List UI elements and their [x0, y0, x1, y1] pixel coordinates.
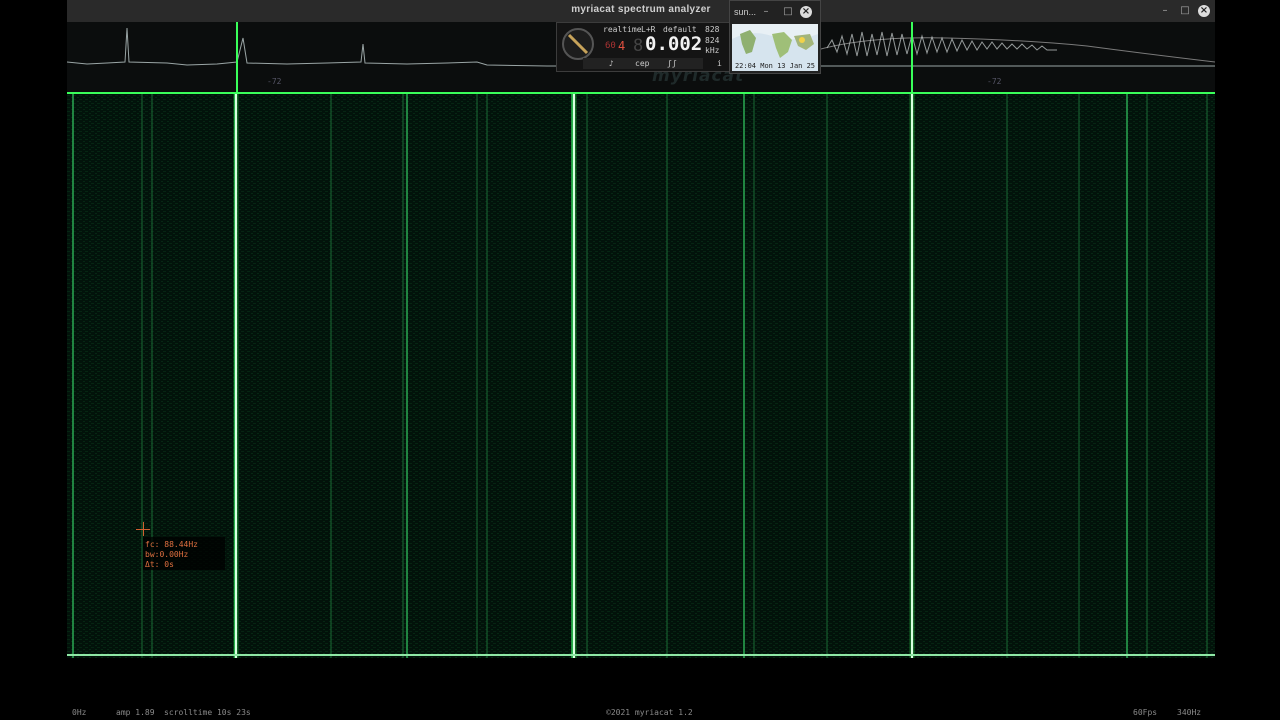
window-title: myriacat spectrum analyzer: [571, 4, 711, 15]
status-fps: 60Fps: [1133, 708, 1158, 717]
control-panel: realtime L+R default 828 60 4 8 0.002 82…: [556, 22, 730, 72]
waterfall-view[interactable]: [67, 94, 1215, 658]
freq-prefix: 8: [633, 36, 644, 56]
status-amp[interactable]: amp 1.89: [116, 708, 155, 717]
analyzer-window: myriacat spectrum analyzer – □ × -72 -72…: [67, 0, 1215, 660]
bins-top: 828: [705, 25, 720, 34]
status-min-freq: 0Hz: [72, 708, 87, 717]
close-icon[interactable]: ×: [1198, 5, 1210, 17]
cursor-bw: bw:0.00Hz: [145, 550, 189, 559]
sun-maximize-icon[interactable]: □: [782, 6, 794, 18]
maximize-icon[interactable]: □: [1179, 5, 1191, 17]
freq-unit: kHz: [705, 46, 720, 55]
cursor-fc: fc: 88.44Hz: [145, 540, 198, 549]
gain-label: 60: [605, 41, 616, 51]
info-button[interactable]: i: [717, 59, 722, 68]
sun-window[interactable]: sun... – □ × 22:04 Mon 13 Jan 25: [729, 0, 821, 74]
pause-button[interactable]: ʃʃ: [667, 59, 677, 68]
sun-timestamp: 22:04 Mon 13 Jan 25: [734, 62, 816, 70]
frequency-readout[interactable]: 0.002: [645, 33, 702, 55]
cursor-crosshair-vertical: [143, 522, 144, 536]
status-scrolltime[interactable]: scrolltime 10s 23s: [164, 708, 251, 717]
sun-window-title: sun...: [734, 7, 757, 17]
status-max-freq: 340Hz: [1177, 708, 1202, 717]
note-button[interactable]: ♪: [609, 59, 614, 68]
sun-close-icon[interactable]: ×: [800, 6, 812, 18]
cursor-readout: fc: 88.44Hz bw:0.00Hz Δt: 0s: [143, 537, 225, 570]
level-left-label: -72: [267, 77, 282, 86]
dial-icon[interactable]: [561, 27, 595, 61]
level-right-label: -72: [987, 77, 1002, 86]
bins-bottom: 824: [705, 36, 720, 45]
gain-digit[interactable]: 4: [618, 39, 625, 53]
sun-minimize-icon[interactable]: –: [760, 6, 772, 18]
minimize-icon[interactable]: –: [1159, 5, 1171, 17]
status-copyright: ©2021 myriacat 1.2: [606, 708, 693, 717]
cep-tab[interactable]: cep: [635, 59, 649, 68]
cursor-dt: Δt: 0s: [145, 560, 174, 569]
mode-label[interactable]: realtime: [603, 25, 642, 34]
title-bar[interactable]: myriacat spectrum analyzer – □ ×: [67, 0, 1215, 23]
